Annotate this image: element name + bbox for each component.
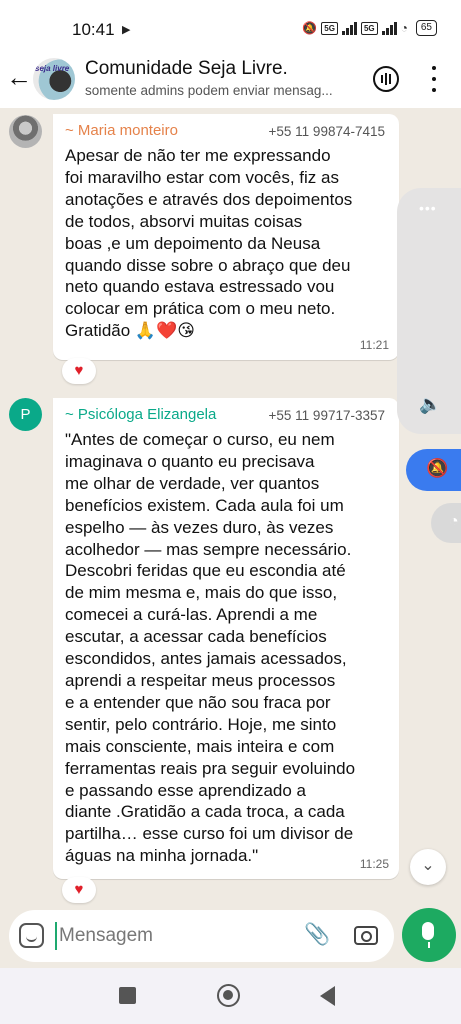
group-name[interactable]: Comunidade Seja Livre. (85, 58, 288, 80)
system-nav-bar (0, 968, 461, 1024)
message-input[interactable] (55, 922, 285, 950)
clock-icon: ◔ (449, 513, 459, 530)
scroll-down-button[interactable]: ⌄ (410, 849, 446, 885)
message-time: 11:21 (359, 338, 389, 352)
heart-reaction-icon[interactable]: ♥ (62, 358, 96, 384)
status-icons: 🔕 5G 5G ◔ 65 (302, 20, 437, 36)
message-time: 11:25 (359, 857, 389, 871)
heart-reaction-icon[interactable]: ♥ (62, 877, 96, 903)
battery-icon: 65 (415, 20, 437, 36)
volume-more-icon[interactable]: ••• (419, 200, 437, 216)
home-icon[interactable] (217, 984, 240, 1007)
ringer-toggle[interactable]: ◔ (431, 503, 461, 543)
signal-icon (341, 21, 357, 35)
sender-avatar[interactable] (9, 115, 42, 148)
attach-icon[interactable]: 📎 (304, 923, 330, 947)
media-play-icon: ▶ (122, 24, 131, 36)
sticker-icon[interactable] (19, 923, 44, 948)
status-bar: 10:41 ▶ 🔕 5G 5G ◔ 65 (0, 0, 461, 50)
network-badge-1: 5G (321, 21, 338, 35)
mute-notification-icon: 🔕 (302, 21, 318, 35)
group-avatar[interactable]: seja livre (33, 58, 75, 100)
signal-icon-2 (381, 21, 397, 35)
group-avatar-text: seja livre (35, 64, 70, 73)
more-options-icon[interactable] (424, 62, 444, 96)
wifi-icon: ◔ (400, 21, 408, 35)
bell-off-icon: 🔕 (426, 458, 449, 478)
message-bubble[interactable]: ~ Psicóloga Elizangela +55 11 99717-3357… (53, 398, 399, 879)
message-bubble[interactable]: ~ Maria monteiro +55 11 99874-7415 Apesa… (53, 114, 399, 360)
mute-toggle[interactable]: 🔕 (406, 449, 461, 491)
volume-icon[interactable]: 🔈 (419, 394, 441, 415)
voice-chat-icon[interactable] (373, 66, 399, 92)
message-text: Apesar de não ter me expressando foi mar… (65, 146, 353, 341)
group-subtitle[interactable]: somente admins podem enviar mensag... (85, 83, 355, 98)
message-composer: 📎 (9, 910, 394, 962)
message-text: "Antes de começar o curso, eu nem imagin… (65, 430, 356, 866)
mic-button[interactable] (402, 908, 456, 962)
sender-phone: +55 11 99874-7415 (268, 124, 385, 139)
camera-icon[interactable] (354, 926, 378, 945)
network-badge-2: 5G (360, 21, 378, 35)
volume-panel[interactable]: ••• 🔈 (397, 188, 461, 434)
sender-phone: +55 11 99717-3357 (268, 408, 385, 423)
chat-header: ← seja livre Comunidade Seja Livre. some… (0, 50, 461, 108)
back-icon[interactable] (320, 986, 335, 1006)
status-time: 10:41 (72, 20, 115, 39)
back-arrow-icon[interactable]: ← (6, 62, 34, 92)
mic-icon (422, 922, 434, 940)
sender-avatar[interactable]: P (9, 398, 42, 431)
recents-icon[interactable] (119, 987, 136, 1004)
